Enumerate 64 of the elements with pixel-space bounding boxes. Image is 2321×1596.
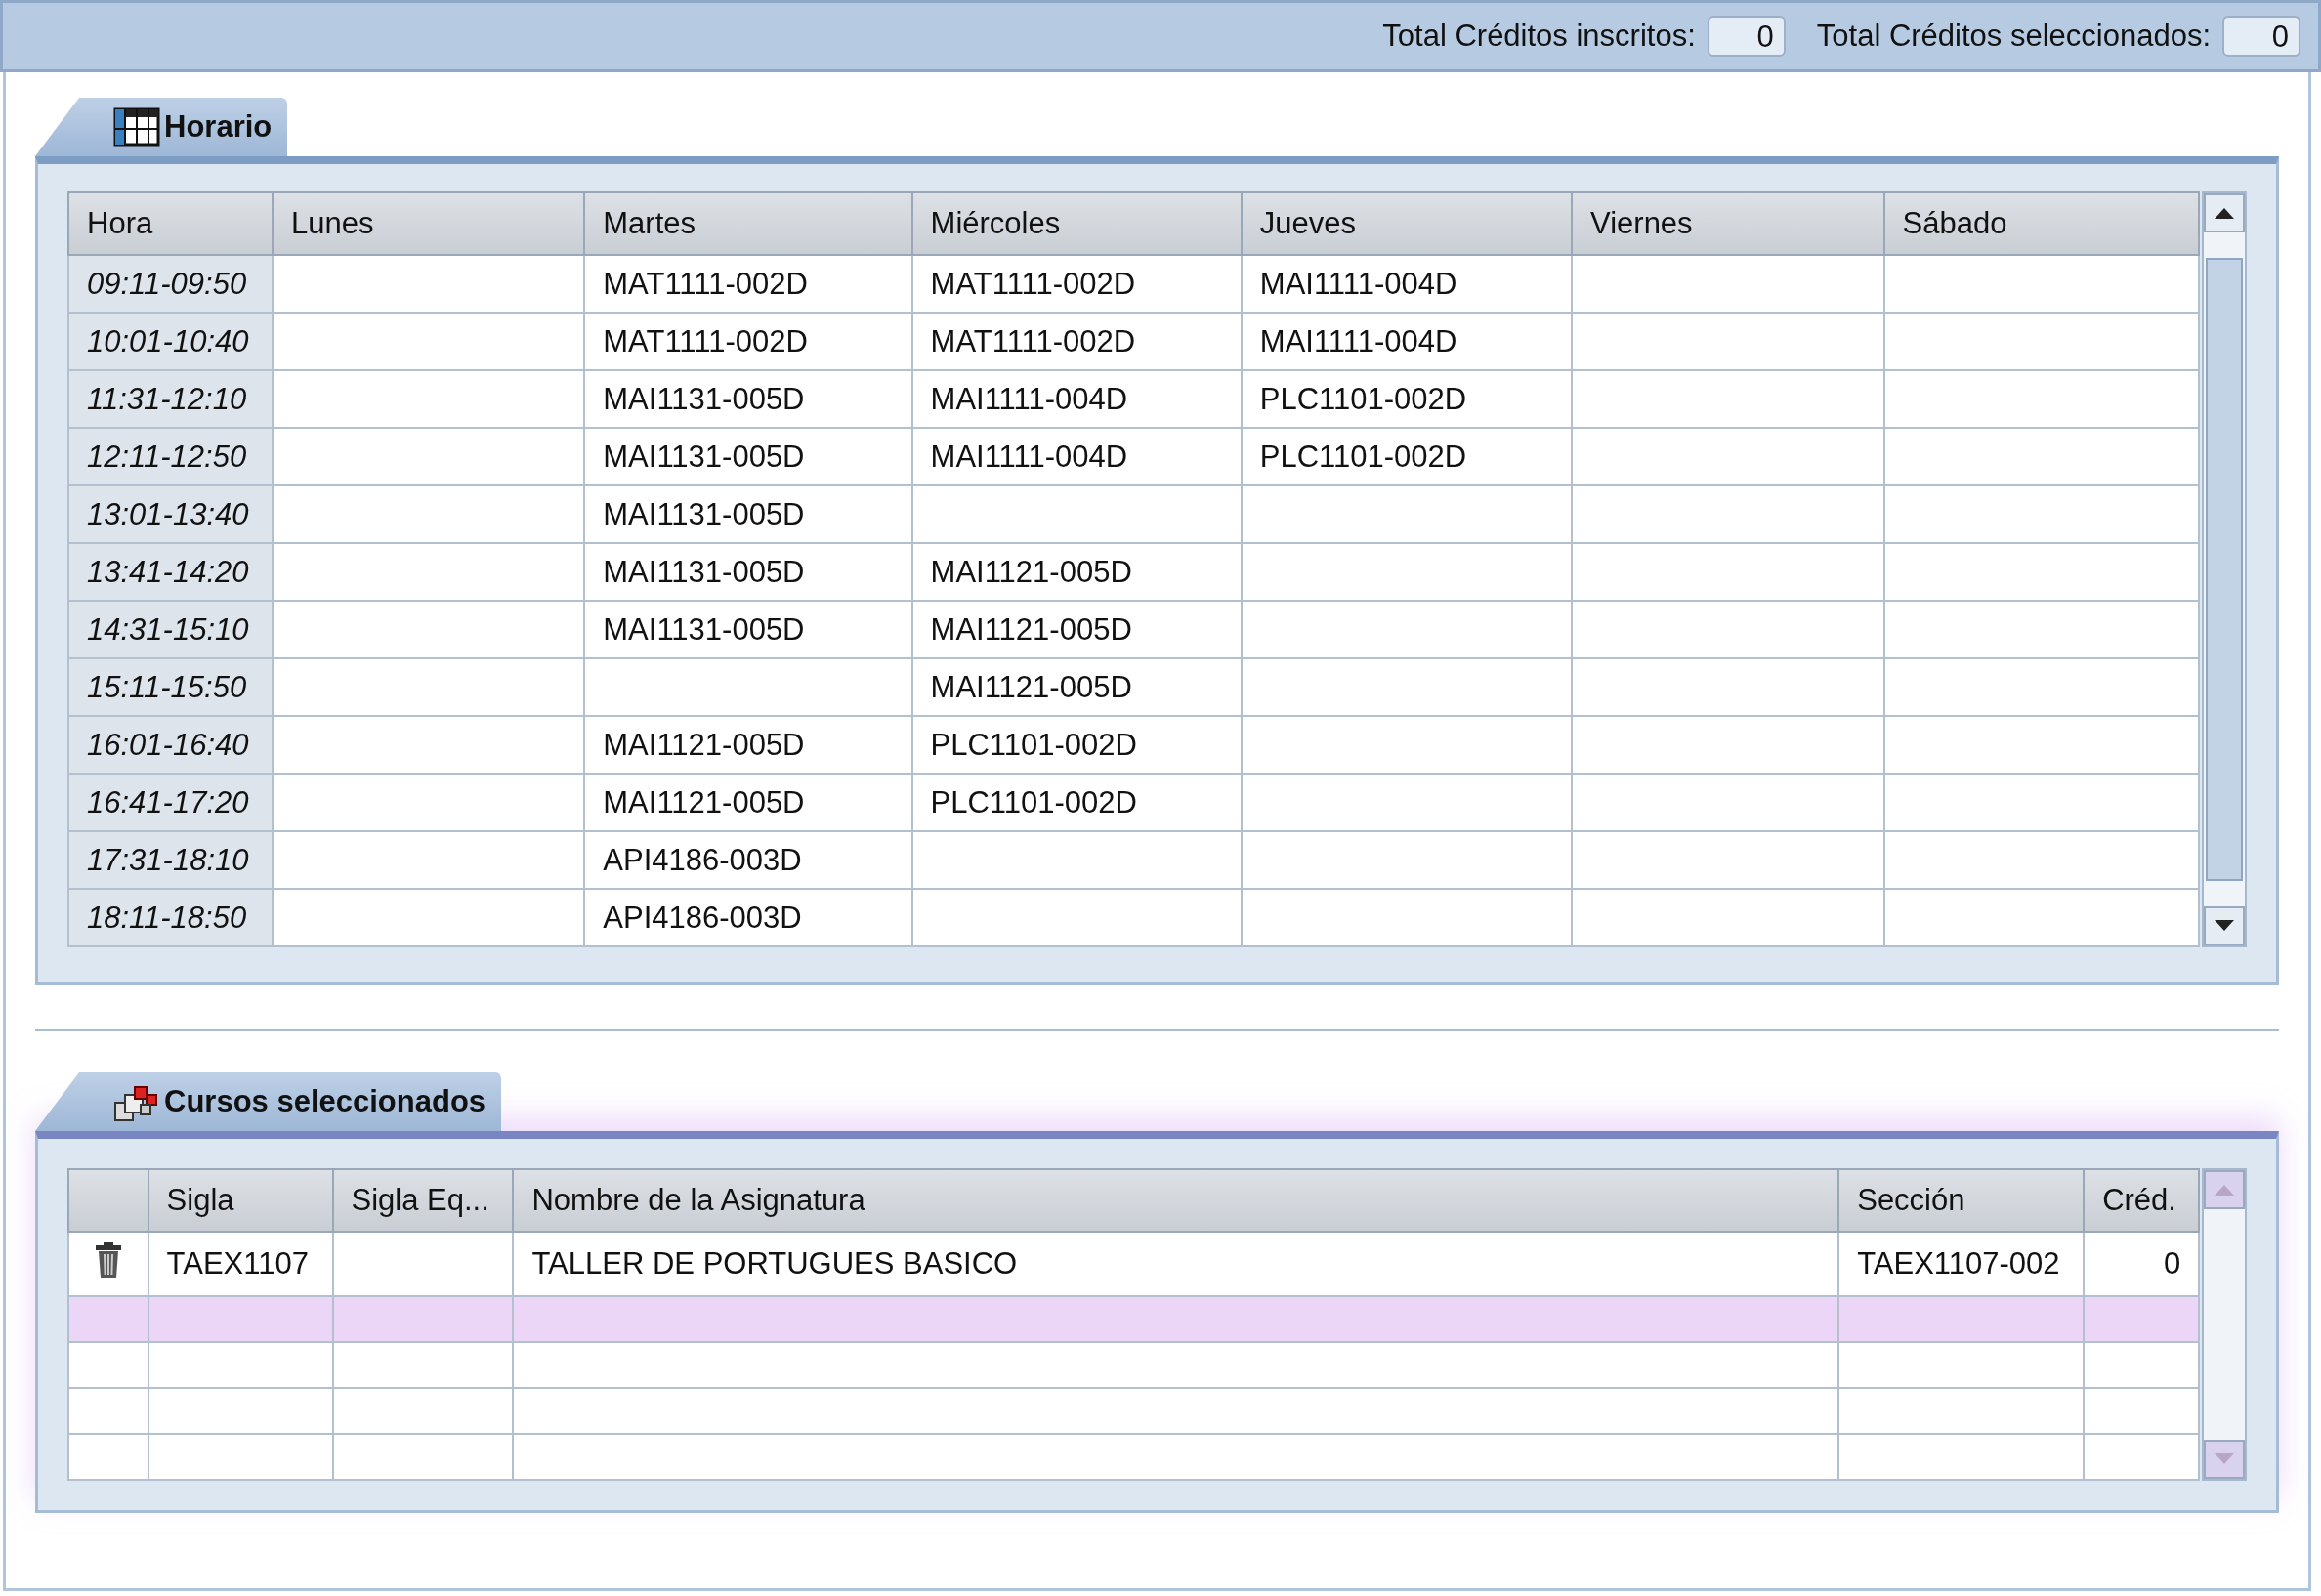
column-header[interactable]: Sábado bbox=[1883, 192, 2200, 255]
column-header[interactable]: Viernes bbox=[1572, 192, 1884, 255]
column-header[interactable]: Nombre de la Asignatura bbox=[513, 1169, 1839, 1232]
column-header[interactable]: Miércoles bbox=[911, 192, 1242, 255]
table-cell: MAI1121-005D bbox=[911, 601, 1242, 658]
table-cell: PLC1101-002D bbox=[1241, 370, 1573, 428]
table-cell: MAI1121-005D bbox=[911, 658, 1242, 716]
table-cell: MAI1131-005D bbox=[584, 485, 912, 543]
table-cell: MAI1131-005D bbox=[584, 370, 912, 428]
column-header[interactable]: Sigla bbox=[148, 1169, 333, 1232]
column-header[interactable]: Créd. bbox=[2084, 1169, 2200, 1232]
trash-icon[interactable] bbox=[93, 1241, 123, 1279]
time-cell: 13:41-14:20 bbox=[68, 543, 273, 601]
time-cell: 11:31-12:10 bbox=[68, 370, 273, 428]
scroll-up-button[interactable] bbox=[2204, 193, 2245, 232]
table-cell: MAT1111-002D bbox=[911, 255, 1242, 313]
down-arrow-icon bbox=[2214, 1452, 2236, 1466]
time-cell: 13:01-13:40 bbox=[68, 485, 273, 543]
table-cell: PLC1101-002D bbox=[911, 774, 1242, 831]
time-cell: 15:11-15:50 bbox=[68, 658, 273, 716]
scroll-thumb[interactable] bbox=[2206, 258, 2243, 881]
table-cell: MAI1111-004D bbox=[911, 370, 1242, 428]
scrollbar[interactable] bbox=[2202, 191, 2247, 947]
time-cell: 14:31-15:10 bbox=[68, 601, 273, 658]
total-label: Total Créditos seleccionados: bbox=[1816, 19, 2211, 54]
up-arrow-icon bbox=[2214, 1183, 2236, 1197]
table-cell: MAI1111-004D bbox=[1241, 255, 1573, 313]
table-cell: API4186-003D bbox=[584, 889, 912, 946]
table-cell: MAI1111-004D bbox=[911, 428, 1242, 485]
column-header[interactable]: Jueves bbox=[1241, 192, 1573, 255]
total-label: Total Créditos inscritos: bbox=[1382, 19, 1696, 54]
time-cell: 10:01-10:40 bbox=[68, 313, 273, 370]
table-cell: PLC1101-002D bbox=[1241, 428, 1573, 485]
table-cell: MAT1111-002D bbox=[584, 313, 912, 370]
scroll-down-button[interactable] bbox=[2204, 906, 2245, 945]
table-cell: MAI1131-005D bbox=[584, 601, 912, 658]
down-arrow-icon bbox=[2214, 919, 2236, 933]
table-cell: API4186-003D bbox=[584, 831, 912, 889]
table-cell: MAI1131-005D bbox=[584, 428, 912, 485]
grid-icon bbox=[113, 107, 160, 147]
time-cell: 18:11-18:50 bbox=[68, 889, 273, 946]
column-header[interactable]: Sección bbox=[1838, 1169, 2085, 1232]
table-cell: MAI1111-004D bbox=[1241, 313, 1573, 370]
schedule-tab[interactable]: Horario bbox=[35, 98, 288, 156]
up-arrow-icon bbox=[2214, 206, 2236, 220]
courses-tab[interactable]: Cursos seleccionados bbox=[35, 1072, 502, 1131]
time-cell: 09:11-09:50 bbox=[68, 255, 273, 313]
column-header[interactable]: Hora bbox=[68, 192, 273, 255]
table-cell: MAT1111-002D bbox=[584, 255, 912, 313]
column-header[interactable]: Sigla Eq... bbox=[332, 1169, 514, 1232]
total-field[interactable]: 0 bbox=[2222, 16, 2300, 57]
time-cell: 12:11-12:50 bbox=[68, 428, 273, 485]
table-cell: MAI1131-005D bbox=[584, 543, 912, 601]
total-field[interactable]: 0 bbox=[1707, 16, 1786, 57]
time-cell: 16:01-16:40 bbox=[68, 716, 273, 774]
time-cell: 16:41-17:20 bbox=[68, 774, 273, 831]
table-cell: MAI1121-005D bbox=[584, 716, 912, 774]
table-cell: PLC1101-002D bbox=[911, 716, 1242, 774]
table-cell: MAT1111-002D bbox=[911, 313, 1242, 370]
column-header[interactable]: Lunes bbox=[272, 192, 585, 255]
table-cell: MAI1121-005D bbox=[911, 543, 1242, 601]
column-header[interactable]: Martes bbox=[584, 192, 912, 255]
table-cell: MAI1121-005D bbox=[584, 774, 912, 831]
time-cell: 17:31-18:10 bbox=[68, 831, 273, 889]
